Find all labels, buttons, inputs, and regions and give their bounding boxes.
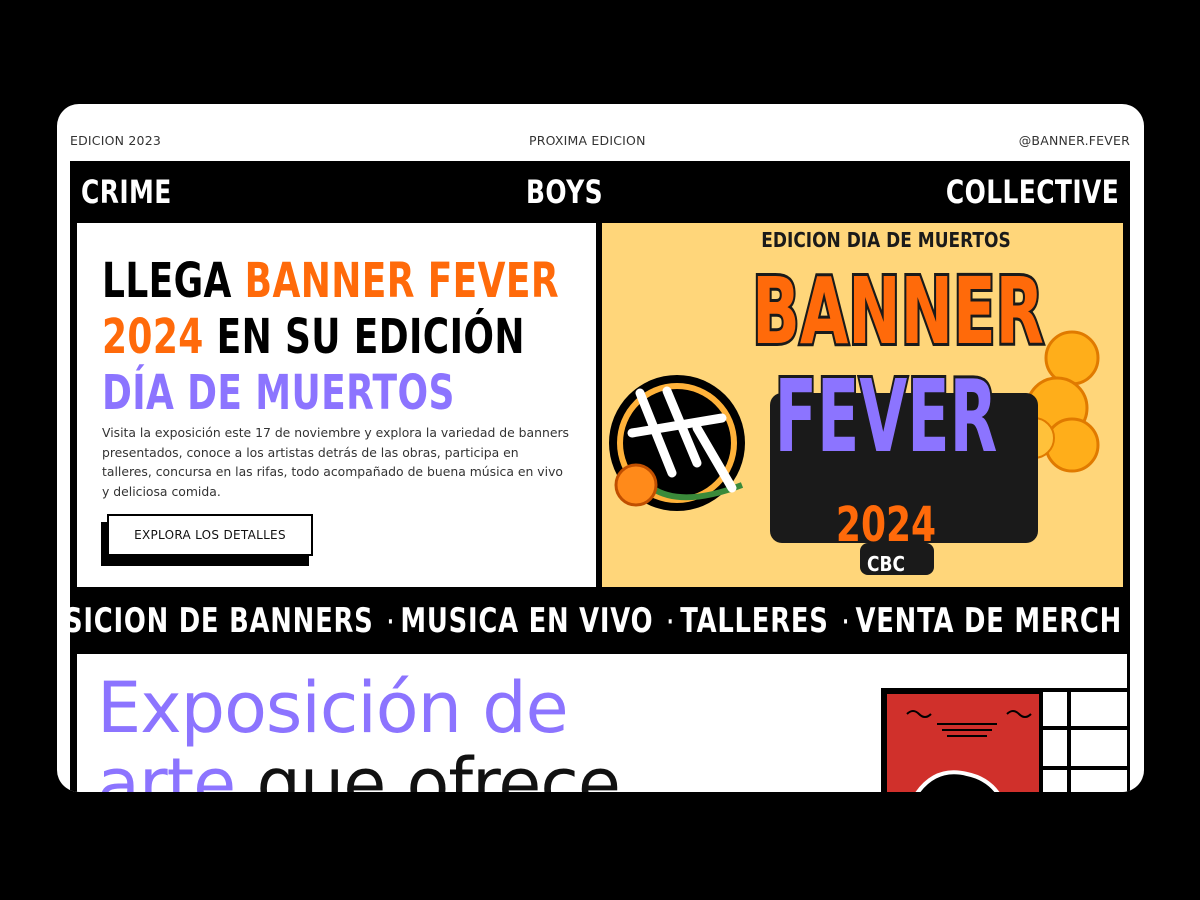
poster-fever-text: FEVER: [775, 358, 998, 475]
heading-part: que ofrece: [235, 743, 620, 792]
poster-year-text: 2024: [836, 498, 936, 553]
brand-word-crime: CRIME: [81, 173, 172, 211]
ticker-item: MUSICA EN VIVO: [400, 601, 654, 639]
nav-link-edicion-2023[interactable]: EDICION 2023: [70, 133, 161, 148]
page-frame: EDICION 2023 PROXIMA EDICION @BANNER.FEV…: [57, 104, 1144, 792]
hero-description: Visita la exposición este 17 de noviembr…: [102, 425, 570, 499]
poster-edition-text: EDICION DIA DE MUERTOS: [761, 230, 1010, 253]
ticker-item: SICION DE BANNERS: [70, 601, 374, 639]
explore-details-button[interactable]: EXPLORA LOS DETALLES: [107, 514, 313, 556]
artwork-ornament-icon: [906, 710, 1032, 792]
headline-part: BANNER FEVER: [244, 253, 559, 309]
artwork-grid: [1039, 688, 1127, 792]
nav-link-proxima-edicion[interactable]: PROXIMA EDICION: [529, 133, 646, 148]
artwork-thumbnail: [881, 688, 1061, 792]
marquee-ticker: SICION DE BANNERS · MUSICA EN VIVO · TALLERE…: [70, 599, 1130, 639]
headline-part: LLEGA: [102, 253, 245, 309]
brand-word-boys: BOYS: [526, 173, 603, 211]
hero-headline: LLEGA BANNER FEVER 2024 EN SU EDICIÓN DÍ…: [102, 253, 559, 421]
top-nav: EDICION 2023 PROXIMA EDICION @BANNER.FEV…: [57, 104, 1144, 162]
headline-part: DÍA DE MUERTOS: [102, 365, 455, 421]
window-grid-icon: [1039, 688, 1127, 792]
poster-logo-text: CBC: [867, 554, 905, 577]
poster-art: EDICION DIA DE MUERTOS BANNER FEVER 2024…: [609, 230, 1100, 577]
ticker-item: TALLERES: [680, 601, 829, 639]
section-heading: Exposición de arte que ofrece: [97, 667, 621, 792]
headline-part: EN SU EDICIÓN: [203, 309, 525, 365]
event-poster: EDICION DIA DE MUERTOS BANNER FEVER 2024…: [602, 223, 1123, 587]
headline-part: 2024: [102, 309, 204, 365]
ticker-item: VENTA DE MERCH: [855, 601, 1123, 639]
nav-link-instagram[interactable]: @BANNER.FEVER: [1019, 133, 1130, 148]
bones-emblem-icon: [609, 375, 745, 511]
exhibition-section: Exposición de arte que ofrece: [77, 654, 1127, 792]
brand-word-collective: COLLECTIVE: [945, 173, 1119, 211]
ticker-track: SICION DE BANNERS · MUSICA EN VIVO · TALLERE…: [70, 601, 1122, 639]
poster-banner-text: BANNER: [752, 258, 1044, 366]
heading-part: arte: [97, 743, 236, 792]
main-panel: CRIME BOYS COLLECTIVE LLEGA BANNER FEVER…: [70, 161, 1130, 792]
heading-line: Exposición de: [97, 667, 569, 749]
hero-text-card: LLEGA BANNER FEVER 2024 EN SU EDICIÓN DÍ…: [77, 223, 596, 587]
